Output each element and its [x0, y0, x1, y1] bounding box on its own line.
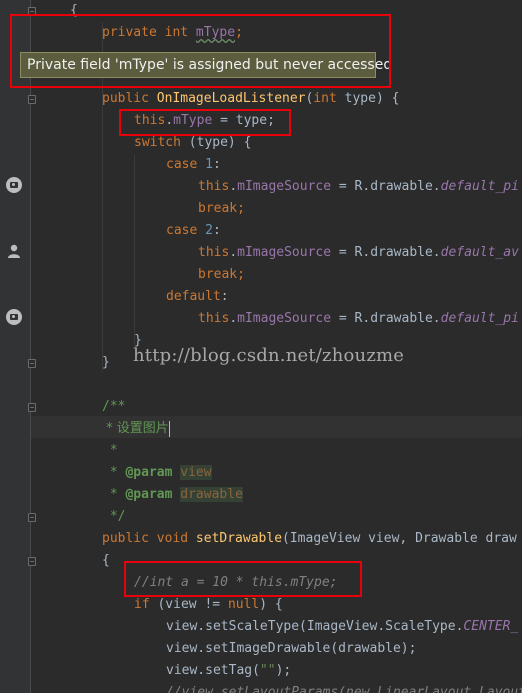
keyword: break: [198, 201, 238, 216]
code-line[interactable]: view.setImageDrawable(drawable);: [166, 638, 416, 660]
constant: default_pi: [440, 179, 519, 194]
code-line[interactable]: }: [102, 352, 110, 374]
keyword: public: [102, 91, 157, 106]
code-line[interactable]: /**: [102, 396, 125, 418]
code-line[interactable]: */: [102, 506, 126, 528]
code-line[interactable]: default:: [166, 286, 229, 308]
doc-comment: *: [102, 487, 126, 502]
keyword: int: [313, 91, 345, 106]
code-text: (view !=: [157, 597, 228, 612]
code-line[interactable]: public OnImageLoadListener(int type) {: [102, 88, 399, 110]
code-text: );: [275, 663, 292, 678]
fold-marker-icon[interactable]: [28, 359, 36, 368]
doc-tag: @param: [125, 487, 173, 502]
code-line[interactable]: this.mImageSource = R.drawable.default_p…: [198, 308, 519, 330]
fold-marker-icon[interactable]: [28, 557, 36, 566]
brace: {: [102, 553, 110, 568]
field: mImageSource: [237, 311, 332, 326]
method-name: setDrawable: [195, 531, 283, 546]
gutter: [0, 0, 30, 693]
punct: :: [212, 223, 221, 238]
code-line[interactable]: *: [102, 440, 118, 462]
punct: .: [229, 245, 238, 260]
code-line[interactable]: * @param view: [102, 462, 212, 484]
semicolon: ;: [237, 267, 245, 282]
fold-marker-icon[interactable]: [28, 95, 36, 104]
code-line[interactable]: break;: [198, 198, 245, 220]
keyword: default: [166, 289, 221, 304]
code-text: ) {: [259, 597, 283, 612]
fold-marker-icon[interactable]: [28, 513, 36, 522]
keyword: break: [198, 267, 238, 282]
code-text: (type) {: [188, 135, 252, 150]
highlight-box: [10, 14, 391, 88]
code-line[interactable]: view.setScaleType(ImageView.ScaleType.CE…: [166, 616, 518, 638]
code-line[interactable]: public void setDrawable(ImageView view, …: [102, 528, 517, 550]
keyword: this: [198, 179, 230, 194]
indent-guide: [134, 155, 135, 345]
keyword: this: [198, 245, 230, 260]
doc-comment: */: [102, 509, 126, 524]
field: mImageSource: [237, 245, 332, 260]
code-line[interactable]: case 1:: [166, 154, 221, 176]
doc-comment: *: [102, 443, 118, 458]
watermark: http://blog.csdn.net/zhouzme: [133, 345, 405, 366]
highlight-box: [119, 109, 291, 136]
code-line[interactable]: * @param drawable: [102, 484, 243, 506]
keyword: case: [166, 157, 206, 172]
text-caret: [168, 420, 170, 437]
brace: }: [102, 355, 110, 370]
doc-param: drawable: [180, 487, 243, 502]
code-line[interactable]: //view.setLayoutParams(new LinearLayout.…: [166, 682, 522, 693]
doc-param: view: [180, 465, 212, 480]
code-line[interactable]: {: [102, 550, 110, 572]
code-text: type) {: [344, 91, 400, 106]
camera-icon[interactable]: [6, 309, 22, 325]
keyword: null: [227, 597, 260, 612]
highlight-box: [124, 561, 362, 597]
number: 2: [205, 223, 213, 238]
code-line[interactable]: view.setTag("");: [166, 660, 291, 682]
keyword: this: [198, 311, 230, 326]
code-text: (ImageView view, Drawable draw: [282, 531, 517, 546]
field: mImageSource: [237, 179, 332, 194]
punct: .: [229, 311, 238, 326]
keyword: case: [166, 223, 206, 238]
code-line[interactable]: case 2:: [166, 220, 221, 242]
string: "": [259, 663, 276, 678]
code-line[interactable]: * 设置图片: [102, 418, 170, 440]
code-line[interactable]: if (view != null) {: [134, 594, 283, 616]
fold-marker-icon[interactable]: [28, 403, 36, 412]
doc-comment: *: [102, 465, 126, 480]
keyword: if: [134, 597, 158, 612]
method-name: OnImageLoadListener: [156, 91, 306, 106]
punct: :: [220, 289, 229, 304]
constant: CENTER_: [463, 619, 519, 634]
code-line[interactable]: this.mImageSource = R.drawable.default_p…: [198, 176, 519, 198]
doc-tag: @param: [125, 465, 173, 480]
code-text: = R.drawable.: [331, 179, 441, 194]
punct: .: [229, 179, 238, 194]
punct: :: [212, 157, 221, 172]
keyword: public void: [102, 531, 196, 546]
doc-comment: /**: [102, 399, 126, 414]
number: 1: [205, 157, 213, 172]
code-text: = R.drawable.: [331, 245, 441, 260]
code-line[interactable]: break;: [198, 264, 245, 286]
person-icon[interactable]: [6, 243, 22, 259]
line-comment: //view.setLayoutParams(new LinearLayout.…: [166, 685, 522, 693]
doc-comment: * 设置图片: [102, 421, 169, 436]
keyword: switch: [134, 135, 189, 150]
code-editor[interactable]: { private int mType; public OnImageLoadL…: [0, 0, 522, 693]
constant: default_pi: [440, 311, 519, 326]
semicolon: ;: [237, 201, 245, 216]
code-text: view.setScaleType(ImageView.ScaleType.: [166, 619, 464, 634]
code-text: = R.drawable.: [331, 311, 441, 326]
camera-icon[interactable]: [6, 177, 22, 193]
code-line[interactable]: this.mImageSource = R.drawable.default_a…: [198, 242, 519, 264]
code-text: view.setImageDrawable(drawable);: [166, 641, 417, 656]
code-text: view.setTag(: [166, 663, 260, 678]
constant: default_av: [440, 245, 519, 260]
